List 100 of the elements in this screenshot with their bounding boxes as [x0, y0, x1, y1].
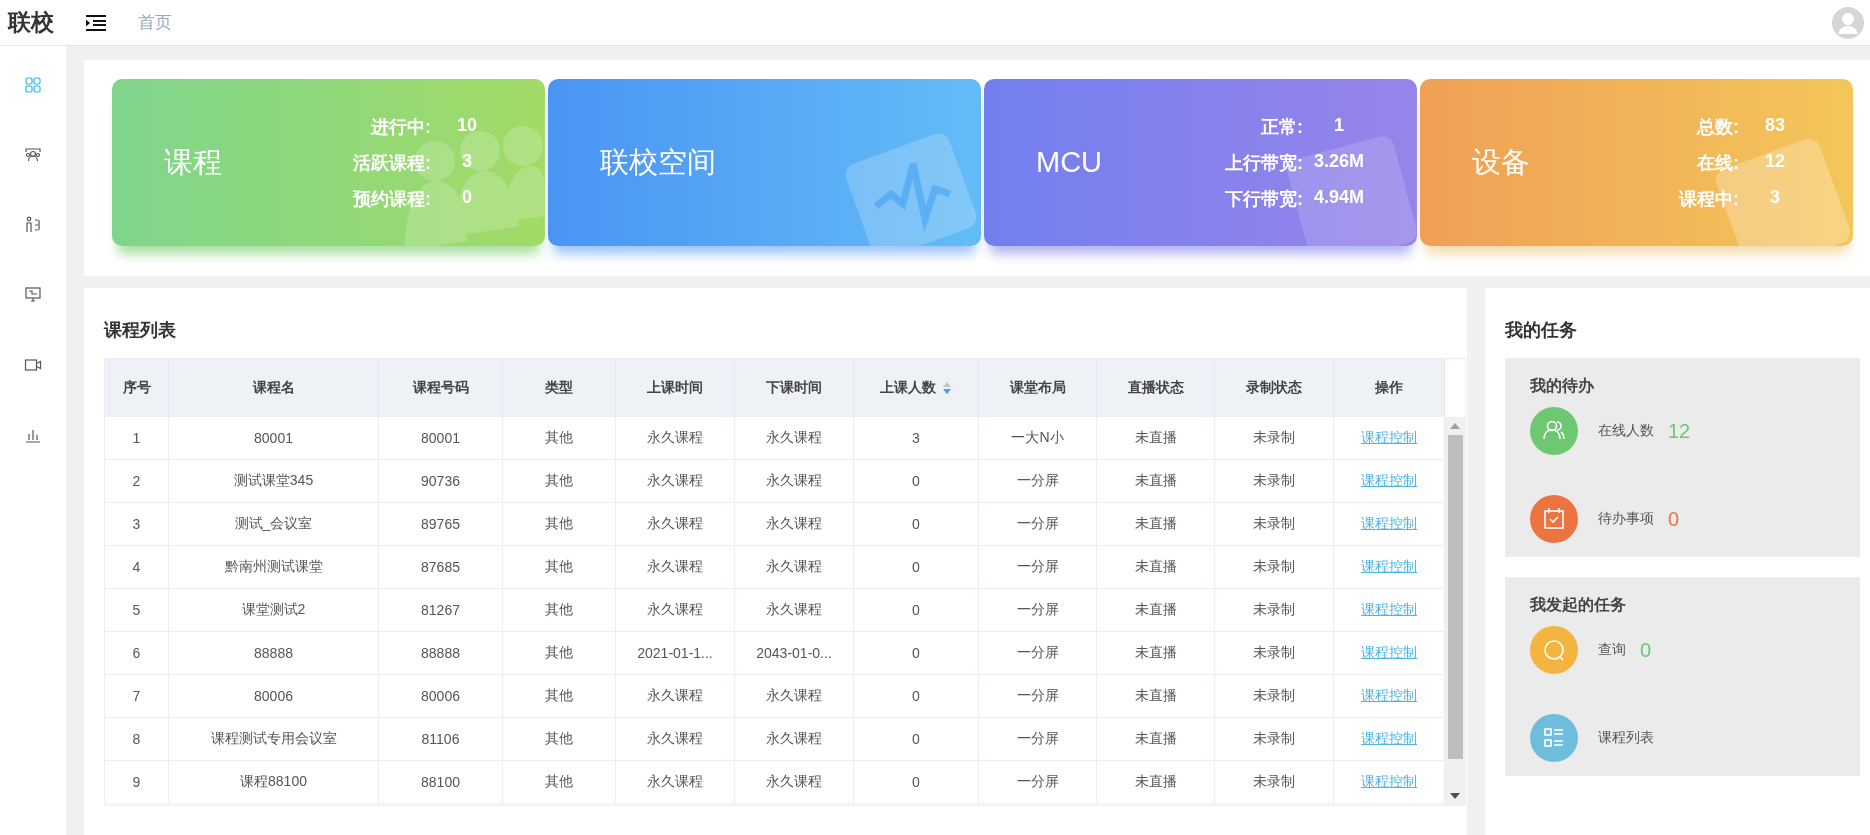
- course-control-link[interactable]: 课程控制: [1361, 601, 1417, 619]
- table-cell: 其他: [503, 589, 616, 632]
- table-cell: 未直播: [1097, 546, 1215, 589]
- table-cell: 80001: [169, 417, 379, 460]
- course-control-link[interactable]: 课程控制: [1361, 558, 1417, 576]
- section-title: 我的任务: [1505, 319, 1578, 342]
- table-cell: 2043-01-0...: [735, 632, 854, 675]
- table-cell: 其他: [503, 417, 616, 460]
- column-header: 序号: [105, 359, 169, 417]
- table-cell: 0: [854, 503, 979, 546]
- table-cell: 一分屏: [979, 503, 1097, 546]
- course-control-link[interactable]: 课程控制: [1361, 730, 1417, 748]
- list-icon[interactable]: [1530, 714, 1578, 762]
- scroll-up-icon[interactable]: [1450, 423, 1460, 429]
- section-title: 课程列表: [104, 319, 177, 342]
- column-header: 课程名: [169, 359, 379, 417]
- column-header: 操作: [1334, 359, 1445, 417]
- table-cell: 其他: [503, 761, 616, 804]
- course-control-link[interactable]: 课程控制: [1361, 472, 1417, 490]
- table-cell: 0: [854, 632, 979, 675]
- table-cell: 未直播: [1097, 589, 1215, 632]
- menu-toggle-icon[interactable]: [86, 14, 106, 31]
- table-cell: 7: [105, 675, 169, 718]
- table-cell: 永久课程: [616, 417, 735, 460]
- stat-label: 预约课程:: [353, 187, 431, 211]
- card-title: 课程: [164, 144, 223, 180]
- camera-icon[interactable]: [24, 356, 42, 374]
- table-cell: 课程测试专用会议室: [169, 718, 379, 761]
- task-label[interactable]: 在线人数: [1598, 422, 1654, 440]
- table-cell: 87685: [379, 546, 503, 589]
- search-icon[interactable]: [1530, 626, 1578, 674]
- stat-value: 3.26M: [1313, 150, 1365, 173]
- course-control-link[interactable]: 课程控制: [1361, 687, 1417, 705]
- avatar-icon[interactable]: [1832, 6, 1864, 39]
- course-control-link[interactable]: 课程控制: [1361, 644, 1417, 662]
- breadcrumb-link[interactable]: 首页: [138, 11, 172, 34]
- table-cell: 9: [105, 761, 169, 804]
- dashboard-icon[interactable]: [24, 76, 42, 94]
- monitor-icon[interactable]: [24, 286, 42, 304]
- card-title: MCU: [1036, 146, 1104, 179]
- table-cell: 未录制: [1215, 460, 1334, 503]
- table-cell: 88100: [379, 761, 503, 804]
- table-cell: 未录制: [1215, 546, 1334, 589]
- table-cell: 一大N小: [979, 417, 1097, 460]
- table-cell: 未直播: [1097, 718, 1215, 761]
- table-cell: 未录制: [1215, 417, 1334, 460]
- table-cell: 80006: [169, 675, 379, 718]
- task-count: 0: [1668, 507, 1680, 531]
- table-cell: 一分屏: [979, 460, 1097, 503]
- course-control-link[interactable]: 课程控制: [1361, 429, 1417, 447]
- scrollbar[interactable]: [1445, 417, 1465, 805]
- course-control-link[interactable]: 课程控制: [1361, 515, 1417, 533]
- table-cell: 0: [854, 718, 979, 761]
- table-cell: 永久课程: [735, 589, 854, 632]
- table-cell: 未录制: [1215, 589, 1334, 632]
- stat-value: 83: [1764, 114, 1786, 137]
- stat-label: 活跃课程:: [353, 151, 431, 175]
- table-cell: 81106: [379, 718, 503, 761]
- sort-icon[interactable]: [942, 382, 952, 394]
- table-cell: 未录制: [1215, 503, 1334, 546]
- presenter-icon[interactable]: [24, 216, 42, 234]
- course-control-link[interactable]: 课程控制: [1361, 773, 1417, 791]
- table-cell: 0: [854, 761, 979, 804]
- table-cell: 未直播: [1097, 503, 1215, 546]
- table-cell: 课堂测试2: [169, 589, 379, 632]
- table-cell: 0: [854, 460, 979, 503]
- table-cell: 2021-01-1...: [616, 632, 735, 675]
- people-icon[interactable]: [1530, 407, 1578, 455]
- table-cell: 永久课程: [735, 546, 854, 589]
- stat-value: 3: [461, 150, 473, 173]
- table-cell: 88888: [379, 632, 503, 675]
- calendar-icon[interactable]: [1530, 495, 1578, 543]
- table-cell: 未直播: [1097, 761, 1215, 804]
- stat-value: 10: [456, 114, 478, 137]
- table-cell: 永久课程: [616, 761, 735, 804]
- table-cell: 一分屏: [979, 761, 1097, 804]
- table-cell: 未直播: [1097, 417, 1215, 460]
- column-header[interactable]: 上课人数: [854, 359, 979, 417]
- stat-value: 1: [1333, 114, 1345, 137]
- table-cell: 永久课程: [735, 718, 854, 761]
- stat-label: 课程中:: [1679, 187, 1739, 211]
- column-header: 直播状态: [1097, 359, 1215, 417]
- table-cell: 其他: [503, 546, 616, 589]
- scroll-down-icon[interactable]: [1450, 793, 1460, 799]
- task-label[interactable]: 待办事项: [1598, 510, 1654, 528]
- stat-label: 上行带宽:: [1225, 151, 1303, 175]
- table-cell: 未录制: [1215, 718, 1334, 761]
- table-cell: 8: [105, 718, 169, 761]
- card-title: 联校空间: [600, 144, 717, 180]
- group-icon[interactable]: [24, 146, 42, 164]
- table-cell: 其他: [503, 503, 616, 546]
- task-label[interactable]: 查询: [1598, 641, 1626, 659]
- table-cell: 未直播: [1097, 632, 1215, 675]
- column-header: 类型: [503, 359, 616, 417]
- column-header: 下课时间: [735, 359, 854, 417]
- table-cell: 其他: [503, 675, 616, 718]
- table-cell: 0: [854, 675, 979, 718]
- task-label[interactable]: 课程列表: [1598, 729, 1654, 747]
- table-cell: 永久课程: [616, 503, 735, 546]
- stat-value: 3: [1769, 186, 1781, 209]
